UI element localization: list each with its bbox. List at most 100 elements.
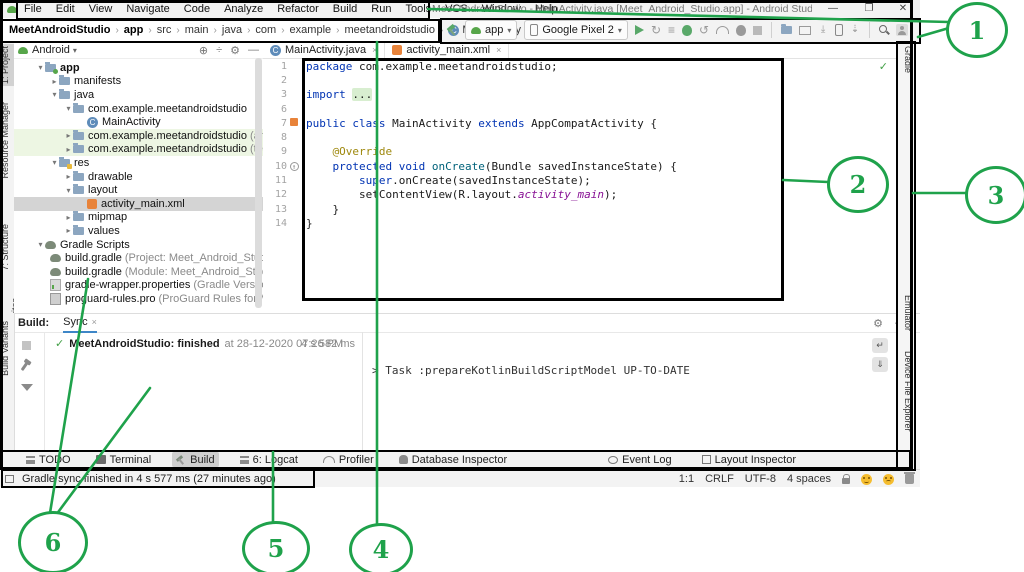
build-splitter[interactable] (362, 332, 363, 451)
tree-item-proguard-rules[interactable]: proguard-rules.pro(ProGuard Rules for Me… (14, 292, 263, 306)
project-scrollbar[interactable] (255, 58, 262, 308)
tree-item-manifests[interactable]: ▸manifests (14, 75, 263, 89)
pin-icon[interactable] (21, 362, 29, 371)
close-icon[interactable]: × (372, 45, 377, 55)
menu-analyze[interactable]: Analyze (224, 3, 263, 15)
breadcrumb-item[interactable]: com (255, 24, 276, 36)
tree-item-androidtest[interactable]: ▸com.example.meetandroidstudio(androidTe… (14, 129, 263, 143)
expand-arrow[interactable]: ▸ (64, 226, 73, 235)
breadcrumb-item[interactable]: java (222, 24, 242, 36)
coverage-button[interactable]: ↺ (699, 24, 709, 36)
todo-button[interactable]: TODO (22, 452, 75, 467)
breadcrumb-item[interactable]: src (157, 24, 172, 36)
tree-item-mainactivity[interactable]: CMainActivity (14, 115, 263, 129)
collapse-all-icon[interactable]: ÷ (216, 44, 222, 56)
stop-button[interactable] (753, 26, 762, 35)
maximize-button[interactable]: ❐ (856, 1, 882, 17)
gear-icon[interactable]: ⚙ (873, 317, 883, 330)
hide-panel-icon[interactable]: — (248, 44, 259, 56)
breadcrumb-item[interactable]: app (124, 24, 144, 36)
close-icon[interactable]: × (92, 317, 97, 327)
apply-code-changes-button[interactable]: ≡ (668, 24, 675, 36)
happy-face-icon[interactable] (861, 474, 872, 485)
menu-view[interactable]: View (89, 3, 113, 15)
tree-item-layout[interactable]: ▾layout (14, 183, 263, 197)
tree-item-gradle-wrapper[interactable]: gradle-wrapper.properties(Gradle Version… (14, 279, 263, 293)
minimize-button[interactable]: — (820, 1, 846, 17)
expand-arrow[interactable]: ▾ (50, 158, 59, 167)
project-view-select[interactable]: Android (32, 44, 70, 56)
breadcrumb-item[interactable]: example (290, 24, 332, 36)
expand-arrow[interactable]: ▸ (64, 145, 73, 154)
event-log-button[interactable]: Event Log (604, 452, 676, 467)
build-button[interactable]: Build (172, 452, 218, 467)
expand-arrow[interactable]: ▾ (36, 63, 45, 72)
sidebar-item-project[interactable]: 1: Project (0, 44, 14, 86)
menu-code[interactable]: Code (184, 3, 210, 15)
menu-refactor[interactable]: Refactor (277, 3, 319, 15)
profiler-button-bottom[interactable]: Profiler (319, 452, 378, 467)
file-encoding[interactable]: UTF-8 (745, 473, 776, 485)
expand-arrow[interactable]: ▾ (64, 104, 73, 113)
sidebar-item-gradle[interactable]: Gradle (899, 46, 913, 73)
attach-debugger-button[interactable] (736, 25, 746, 36)
tree-item-java[interactable]: ▾java (14, 88, 263, 102)
close-button[interactable]: ✕ (890, 1, 916, 17)
editor-area[interactable]: C MainActivity.java × activity_main.xml … (263, 42, 898, 313)
stop-icon[interactable] (22, 341, 31, 350)
gc-widget-icon[interactable] (905, 474, 914, 484)
run-configuration-select[interactable]: app ▾ (465, 20, 517, 40)
menu-file[interactable]: File (24, 3, 42, 15)
tree-item-values[interactable]: ▸values (14, 224, 263, 238)
tree-item-activity-main-xml[interactable]: activity_main.xml (14, 197, 263, 211)
readonly-lock-icon[interactable] (842, 478, 850, 484)
layout-inspector-button[interactable]: Layout Inspector (698, 452, 800, 467)
folded-imports[interactable]: ... (352, 88, 372, 101)
locate-file-icon[interactable]: ⊕ (199, 44, 208, 57)
tree-item-mipmap[interactable]: ▸mipmap (14, 211, 263, 225)
sidebar-item-structure[interactable]: 7: Structure (0, 222, 14, 273)
sad-face-icon[interactable] (883, 474, 894, 485)
run-button[interactable] (635, 25, 644, 35)
tree-item-res[interactable]: ▾res (14, 156, 263, 170)
logcat-button[interactable]: 6: Logcat (236, 452, 302, 467)
line-separator[interactable]: CRLF (705, 473, 734, 485)
breadcrumb-item[interactable]: main (185, 24, 209, 36)
close-icon[interactable]: × (496, 45, 501, 55)
expand-arrow[interactable]: ▸ (64, 172, 73, 181)
updates-button[interactable]: ⇣ (850, 25, 860, 35)
debug-button[interactable] (682, 25, 692, 36)
toggle-toolwindows-icon[interactable] (5, 475, 14, 483)
expand-arrow[interactable]: ▾ (36, 240, 45, 249)
expand-arrow[interactable]: ▸ (64, 131, 73, 140)
related-layout-icon[interactable] (290, 118, 298, 126)
menu-build[interactable]: Build (333, 3, 357, 15)
avatar[interactable] (896, 24, 908, 36)
tree-item-drawable[interactable]: ▸drawable (14, 170, 263, 184)
indent-setting[interactable]: 4 spaces (787, 473, 831, 485)
tree-item-build-gradle-project[interactable]: build.gradle(Project: Meet_Android_Studi… (14, 251, 263, 265)
search-everywhere-button[interactable] (879, 25, 889, 35)
expand-arrow[interactable]: ▸ (64, 213, 73, 222)
sidebar-item-emulator[interactable]: Emulator (899, 295, 913, 331)
avd-manager-button[interactable] (799, 26, 811, 35)
tab-activity-main-xml[interactable]: activity_main.xml × (385, 42, 509, 58)
terminal-button[interactable]: Terminal (92, 452, 156, 467)
code-editor[interactable]: 1package com.example.meetandroidstudio; … (263, 59, 898, 231)
filter-icon[interactable] (21, 384, 33, 391)
sync-gradle-button[interactable] (781, 26, 792, 34)
gear-icon[interactable]: ⚙ (230, 44, 240, 57)
device-manager-button[interactable] (835, 24, 843, 36)
sdk-manager-button[interactable]: ⤓ (818, 25, 828, 35)
database-inspector-button[interactable]: Database Inspector (395, 452, 511, 467)
tab-sync[interactable]: Sync × (63, 313, 97, 333)
tree-item-test[interactable]: ▸com.example.meetandroidstudio(test) (14, 143, 263, 157)
profiler-button[interactable] (716, 26, 729, 34)
sidebar-item-resource-manager[interactable]: Resource Manager (0, 100, 14, 181)
sidebar-item-device-file-explorer[interactable]: Device File Explorer (899, 351, 913, 432)
scroll-to-end-icon[interactable]: ⇓ (872, 357, 888, 372)
tree-item-package[interactable]: ▾com.example.meetandroidstudio (14, 102, 263, 116)
breadcrumb-item[interactable]: MeetAndroidStudio (9, 24, 110, 36)
apply-changes-button[interactable]: ↻ (651, 24, 661, 36)
menu-tools[interactable]: Tools (405, 3, 431, 15)
